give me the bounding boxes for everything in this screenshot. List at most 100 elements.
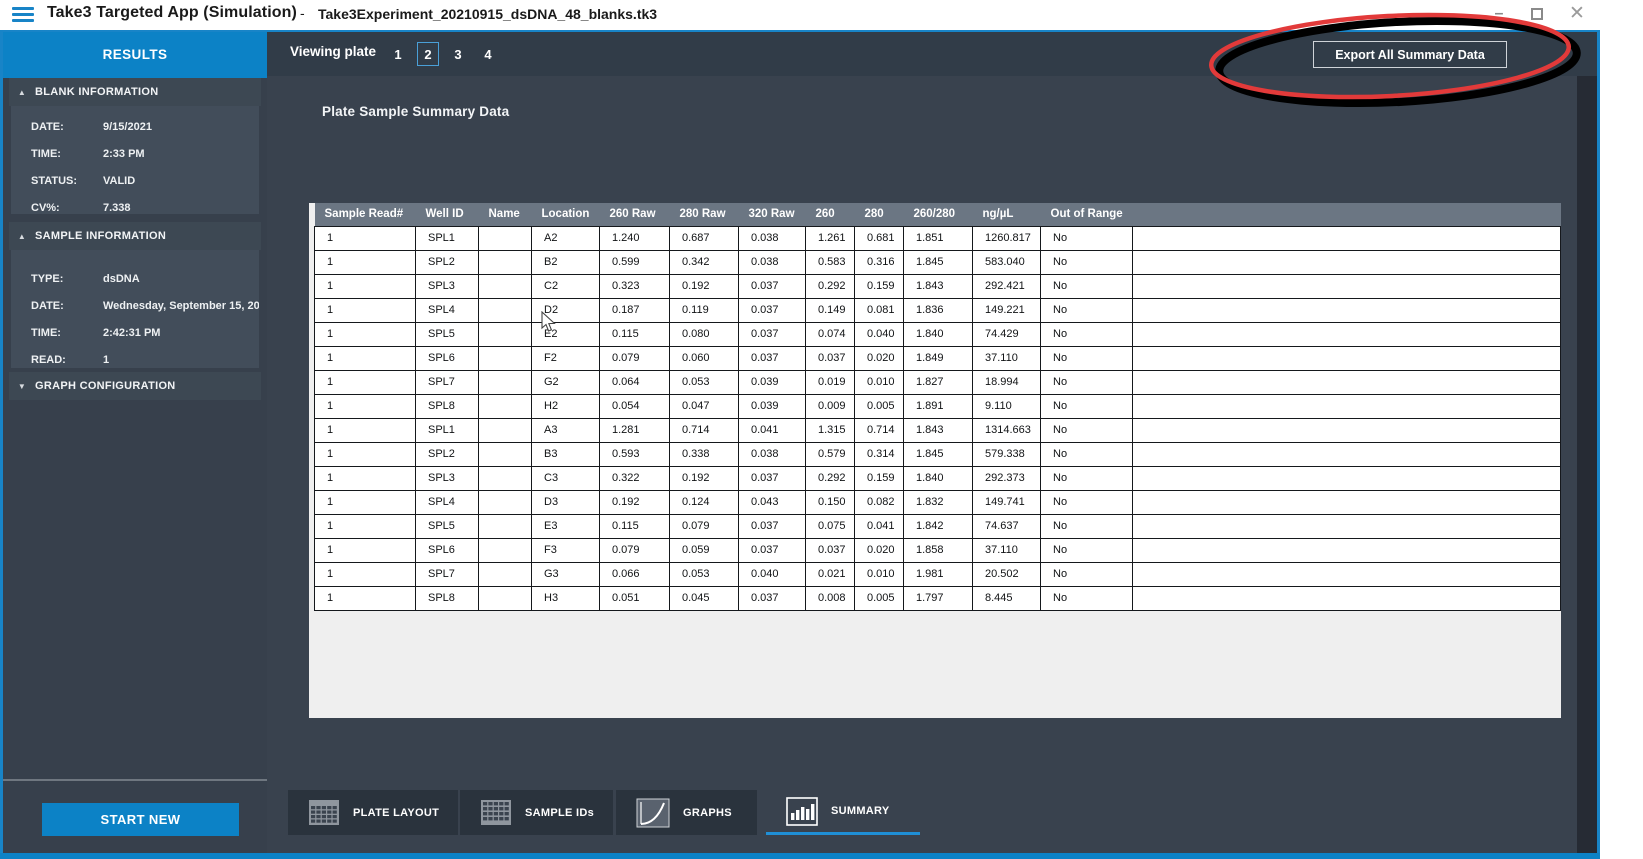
table-cell: SPL5 bbox=[415, 321, 479, 347]
table-cell: 0.047 bbox=[669, 393, 739, 419]
table-cell: 1.981 bbox=[903, 561, 973, 587]
table-cell: F3 bbox=[531, 537, 600, 563]
table-cell-filler bbox=[1132, 297, 1561, 323]
start-new-button[interactable]: START NEW bbox=[42, 803, 239, 836]
bar-chart-icon bbox=[786, 796, 818, 826]
table-row: 1 SPL6 F3 0.079 0.059 0.037 0.037 0.020 1.858 37.… bbox=[314, 537, 1561, 563]
close-button[interactable]: ✕ bbox=[1562, 0, 1592, 28]
table-cell-filler bbox=[1132, 561, 1561, 587]
sample-information-section-header[interactable]: ▲ SAMPLE INFORMATION bbox=[9, 222, 261, 250]
field-value: 1 bbox=[103, 354, 110, 366]
table-row: 1 SPL8 H3 0.051 0.045 0.037 0.008 0.005 1.797 8.4… bbox=[314, 585, 1561, 611]
table-cell: 8.445 bbox=[972, 585, 1041, 611]
table-cell: 0.115 bbox=[599, 513, 670, 539]
field-row: TIME: 2:33 PM bbox=[11, 148, 259, 160]
table-cell: No bbox=[1040, 561, 1133, 587]
table-cell: 1 bbox=[314, 489, 416, 515]
table-cell: 1.849 bbox=[903, 345, 973, 371]
plate-button-3[interactable]: 3 bbox=[447, 42, 469, 66]
table-cell: 0.051 bbox=[599, 585, 670, 611]
table-cell: 0.187 bbox=[599, 297, 670, 323]
table-cell: 1314.663 bbox=[972, 417, 1041, 443]
column-header: 280 bbox=[854, 203, 904, 226]
field-value: VALID bbox=[103, 175, 136, 187]
hamburger-menu-icon[interactable] bbox=[12, 7, 34, 23]
blank-information-section-header[interactable]: ▲ BLANK INFORMATION bbox=[9, 78, 261, 106]
table-cell: 0.081 bbox=[854, 297, 904, 323]
table-cell: No bbox=[1040, 297, 1133, 323]
table-cell: SPL4 bbox=[415, 297, 479, 323]
table-cell: 1 bbox=[314, 537, 416, 563]
plate-button-4[interactable]: 4 bbox=[477, 42, 499, 66]
table-cell: 0.040 bbox=[854, 321, 904, 347]
tab-graphs[interactable]: GRAPHS bbox=[616, 790, 757, 835]
column-header: 260/280 bbox=[903, 203, 973, 226]
tab-label: GRAPHS bbox=[683, 806, 732, 819]
table-cell: 1.832 bbox=[903, 489, 973, 515]
collapse-icon: ▲ bbox=[17, 232, 27, 241]
tab-label: SAMPLE IDs bbox=[525, 806, 595, 819]
minimize-button[interactable]: – bbox=[1484, 0, 1514, 28]
table-cell-filler bbox=[1132, 417, 1561, 443]
table-cell: 0.010 bbox=[854, 561, 904, 587]
table-cell: 1.827 bbox=[903, 369, 973, 395]
curve-icon bbox=[636, 798, 670, 827]
field-label: DATE: bbox=[31, 300, 64, 312]
tab-summary[interactable]: SUMMARY bbox=[766, 790, 920, 835]
table-cell-filler bbox=[1132, 369, 1561, 395]
table-cell: 74.637 bbox=[972, 513, 1041, 539]
plate-button-2[interactable]: 2 bbox=[417, 42, 439, 66]
tab-plate-layout[interactable]: PLATE LAYOUT bbox=[288, 790, 458, 835]
plate-button-1[interactable]: 1 bbox=[387, 42, 409, 66]
scrollbar-gutter[interactable] bbox=[1577, 76, 1597, 853]
column-header: 320 Raw bbox=[738, 203, 806, 226]
table-cell: 0.066 bbox=[599, 561, 670, 587]
column-header: ng/µL bbox=[972, 203, 1041, 226]
graph-configuration-section-header[interactable]: ▼ GRAPH CONFIGURATION bbox=[9, 372, 261, 400]
table-cell: No bbox=[1040, 585, 1133, 611]
table-cell: 37.110 bbox=[972, 345, 1041, 371]
section-title: SAMPLE INFORMATION bbox=[35, 230, 167, 242]
table-cell: B3 bbox=[531, 441, 600, 467]
field-row: READ: 1 bbox=[11, 354, 259, 366]
table-row: 1 SPL2 B3 0.593 0.338 0.038 0.579 0.314 1.845 579… bbox=[314, 441, 1561, 467]
table-cell: F2 bbox=[531, 345, 600, 371]
table-cell: 0.074 bbox=[805, 321, 855, 347]
table-cell: No bbox=[1040, 465, 1133, 491]
table-cell bbox=[478, 561, 532, 587]
tab-sample-ids[interactable]: SAMPLE IDs bbox=[460, 790, 613, 835]
table-cell: 0.037 bbox=[738, 465, 806, 491]
export-all-summary-data-button[interactable]: Export All Summary Data bbox=[1313, 41, 1507, 68]
maximize-button[interactable] bbox=[1522, 0, 1552, 28]
table-cell: 74.429 bbox=[972, 321, 1041, 347]
table-cell: SPL4 bbox=[415, 489, 479, 515]
table-cell bbox=[478, 393, 532, 419]
table-cell: 9.110 bbox=[972, 393, 1041, 419]
table-cell: 0.079 bbox=[599, 345, 670, 371]
table-cell: SPL6 bbox=[415, 345, 479, 371]
section-title: GRAPH CONFIGURATION bbox=[35, 380, 176, 392]
summary-table: Sample Read# Well ID Name Location 260 Raw 28… bbox=[314, 203, 1561, 611]
table-cell: 0.075 bbox=[805, 513, 855, 539]
table-row: 1 SPL4 D3 0.192 0.124 0.043 0.150 0.082 1.832 149… bbox=[314, 489, 1561, 515]
table-cell: 0.060 bbox=[669, 345, 739, 371]
section-title: BLANK INFORMATION bbox=[35, 86, 159, 98]
table-cell: No bbox=[1040, 273, 1133, 299]
collapse-icon: ▲ bbox=[17, 88, 27, 97]
table-row: 1 SPL7 G3 0.066 0.053 0.040 0.021 0.010 1.981 20.… bbox=[314, 561, 1561, 587]
viewing-plate-label: Viewing plate bbox=[290, 44, 377, 59]
table-cell: 1 bbox=[314, 393, 416, 419]
table-cell: H3 bbox=[531, 585, 600, 611]
table-cell bbox=[478, 321, 532, 347]
table-cell: 0.037 bbox=[738, 297, 806, 323]
title-bar: Take3 Targeted App (Simulation) - Take3E… bbox=[0, 0, 1643, 30]
table-row: 1 SPL1 A3 1.281 0.714 0.041 1.315 0.714 1.843 131… bbox=[314, 417, 1561, 443]
table-cell bbox=[478, 441, 532, 467]
table-cell: 0.037 bbox=[738, 345, 806, 371]
table-cell: SPL1 bbox=[415, 417, 479, 443]
sample-information-panel: TYPE: dsDNA DATE: Wednesday, September 15,… bbox=[11, 250, 259, 368]
table-cell: No bbox=[1040, 441, 1133, 467]
table-cell: 0.080 bbox=[669, 321, 739, 347]
table-cell: SPL5 bbox=[415, 513, 479, 539]
table-cell: 0.037 bbox=[738, 321, 806, 347]
